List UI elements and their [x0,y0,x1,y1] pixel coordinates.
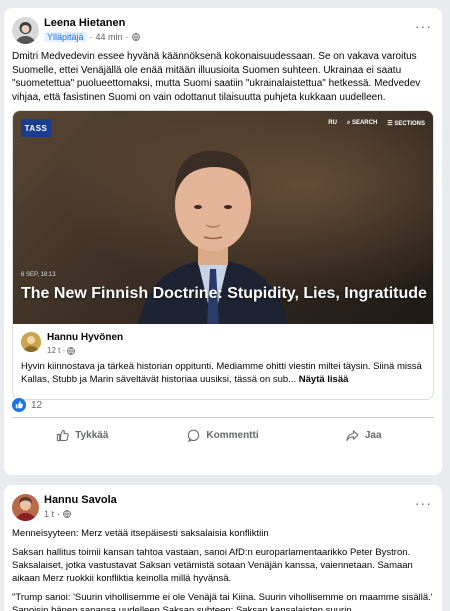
author-name[interactable]: Hannu Savola [44,494,117,506]
post-paragraph: Dmitri Medvedevin essee hyvänä käännökse… [12,51,421,103]
post-actions: Tykkää Kommentti Jaa [12,419,434,451]
share-button[interactable]: Jaa [293,419,434,451]
comment-icon [188,429,200,442]
post-text: Dmitri Medvedevin essee hyvänä käännökse… [4,50,442,104]
share-icon [346,429,359,441]
shared-post-meta: 12 t · [47,346,76,355]
post-paragraph: Saksan hallitus toimii kansan tahtoa vas… [12,547,413,584]
comment-button[interactable]: Kommentti [153,419,294,451]
meta-separator: · [57,509,61,519]
avatar[interactable] [21,332,41,352]
more-options-button[interactable]: ··· [415,18,432,34]
post-card: Leena Hietanen Ylläpitäjä · 44 min · ···… [4,8,442,475]
site-nav: RU ⌕ SEARCH ☰ SECTIONS [328,120,425,127]
meta-separator: · [89,32,93,42]
post-header: Leena Hietanen Ylläpitäjä · 44 min · ··· [4,8,442,50]
globe-icon [67,347,76,355]
like-label: Tykkää [75,429,109,441]
shared-image[interactable]: TASS RU ⌕ SEARCH ☰ SECTIONS 6 SEP, 18:13… [13,111,433,324]
more-options-button[interactable]: ··· [415,495,432,511]
role-badge: Ylläpitäjä [44,32,87,42]
nav-ru: RU [328,120,337,126]
shared-post-header: Hannu Hyvönen 12 t · [13,324,433,358]
post-meta: 1 t · [44,509,71,519]
nav-search: ⌕ SEARCH [346,120,378,126]
avatar[interactable] [12,494,39,521]
reaction-summary[interactable]: 12 [12,398,42,412]
shared-post[interactable]: TASS RU ⌕ SEARCH ☰ SECTIONS 6 SEP, 18:13… [12,110,434,400]
post-time[interactable]: 1 t [44,509,54,519]
thumbs-up-icon [57,429,69,441]
post-meta: Ylläpitäjä · 44 min · [44,32,140,42]
meta-separator: · [125,32,129,42]
shared-text-content: Hyvin kiinnostava ja tärkeä historian op… [21,361,422,385]
see-more-link[interactable]: Näytä lisää [299,374,349,385]
comment-label: Kommentti [206,429,259,441]
post-time[interactable]: 44 min [96,32,123,42]
article-headline: The New Finnish Doctrine: Stupidity, Lie… [21,285,427,302]
like-button[interactable]: Tykkää [12,419,153,451]
tass-logo: TASS [21,119,51,137]
article-date: 6 SEP, 18:13 [21,272,56,278]
shared-post-time[interactable]: 12 t [47,346,60,355]
post-card: Hannu Savola 1 t · ··· Menneisyyteen: Me… [4,485,442,611]
reaction-count: 12 [31,399,43,411]
post-paragraph: Menneisyyteen: Merz vetää itsepäisesti s… [12,528,269,539]
divider [12,417,434,418]
globe-icon [131,33,140,41]
nav-sections: ☰ SECTIONS [387,121,425,127]
post-header: Hannu Savola 1 t · ··· [4,485,442,527]
meta-separator: · [62,346,66,355]
share-label: Jaa [364,429,382,441]
post-paragraph: "Trump sanoi: 'Suurin vihollisemme ei ol… [12,592,433,611]
shared-post-text: Hyvin kiinnostava ja tärkeä historian op… [13,358,433,386]
like-reaction-icon [12,398,26,412]
globe-icon [63,510,71,518]
shared-author-name[interactable]: Hannu Hyvönen [47,332,123,343]
avatar[interactable] [12,17,39,44]
post-text: Menneisyyteen: Merz vetää itsepäisesti s… [4,527,442,611]
author-name[interactable]: Leena Hietanen [44,17,125,29]
